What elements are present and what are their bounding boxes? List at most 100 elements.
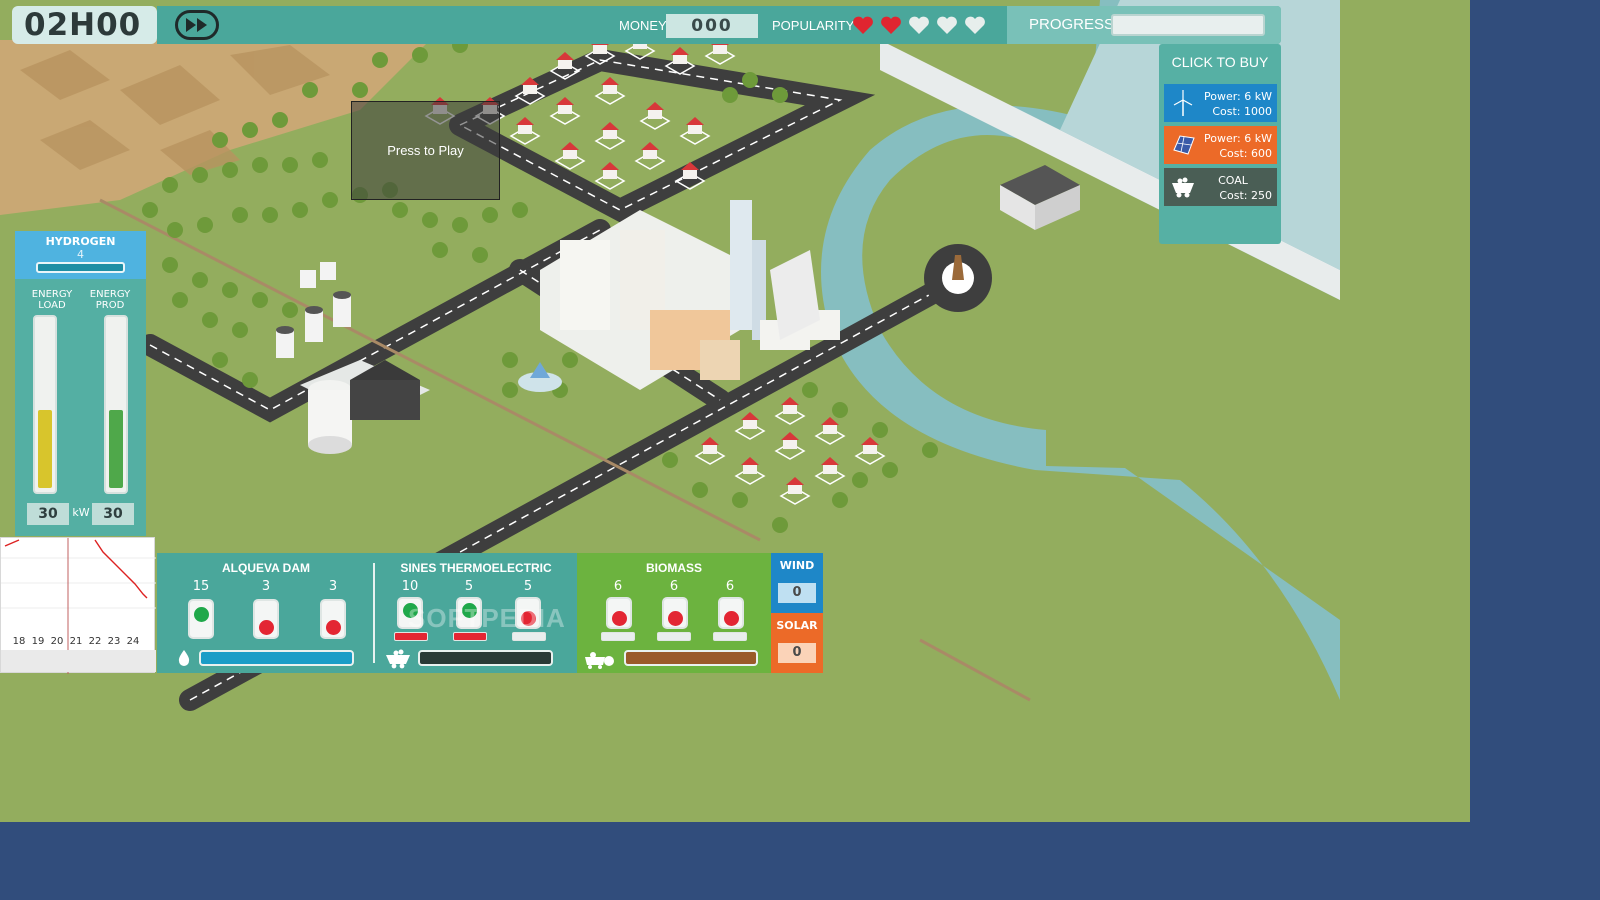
tree xyxy=(562,352,578,368)
alqueva-unit-1-switch[interactable] xyxy=(188,599,214,639)
tree xyxy=(272,112,288,128)
game-clock: 02H00 xyxy=(12,6,157,44)
tree xyxy=(192,167,208,183)
alqueva-output-bar xyxy=(199,650,354,666)
water-drop-icon xyxy=(178,650,190,666)
energy-prod-gauge xyxy=(104,315,128,494)
coal-cart-icon xyxy=(386,649,410,669)
house xyxy=(594,77,626,105)
tree xyxy=(212,132,228,148)
press-to-play-button[interactable]: Press to Play xyxy=(351,101,500,200)
heart-icon xyxy=(937,16,957,34)
tree xyxy=(832,402,848,418)
tree xyxy=(852,472,868,488)
buy-wind-turbine-button[interactable]: Power: 6 kW Cost: 1000 xyxy=(1164,84,1277,122)
biomass-unit-2-fuel xyxy=(657,632,691,641)
unit-capacity: 6 xyxy=(725,579,735,594)
solar-panel: SOLAR 0 xyxy=(771,613,823,673)
house xyxy=(734,457,766,485)
tree xyxy=(502,382,518,398)
house xyxy=(594,162,626,190)
alqueva-unit-2-switch[interactable] xyxy=(253,599,279,639)
unit-capacity: 15 xyxy=(192,579,210,594)
tree xyxy=(322,192,338,208)
tree xyxy=(282,157,298,173)
fast-forward-button[interactable] xyxy=(175,10,219,40)
house xyxy=(694,437,726,465)
factory xyxy=(1000,165,1080,230)
house xyxy=(814,457,846,485)
biomass-icon xyxy=(585,652,614,669)
buy-panel: CLICK TO BUY Power: 6 kW Cost: 1000 Powe… xyxy=(1159,44,1281,244)
tree xyxy=(262,207,278,223)
hydrogen-title: HYDROGEN xyxy=(45,235,116,248)
popularity-label: POPULARITY xyxy=(772,18,855,33)
tree xyxy=(722,87,738,103)
chart-tick-label: 19 xyxy=(32,636,45,647)
tree xyxy=(432,242,448,258)
energy-prod-label: ENERGY PROD xyxy=(89,289,131,311)
popularity-hearts xyxy=(852,15,986,35)
tree xyxy=(872,422,888,438)
chart-load-line xyxy=(94,539,148,599)
tree xyxy=(292,202,308,218)
tree xyxy=(242,372,258,388)
unit-capacity: 3 xyxy=(261,579,271,594)
tree xyxy=(422,212,438,228)
unit-capacity: 3 xyxy=(328,579,338,594)
solar-panel-icon xyxy=(1173,135,1195,155)
energy-load-fill xyxy=(38,410,52,488)
hydrogen-header: HYDROGEN 4 xyxy=(15,231,146,279)
buy-coal-button[interactable]: COAL Cost: 250 xyxy=(1164,168,1277,206)
tree xyxy=(242,122,258,138)
wind-title: WIND xyxy=(779,559,815,572)
solar-title: SOLAR xyxy=(776,619,818,632)
tree xyxy=(192,272,208,288)
energy-history-chart: 18 19 20 21 22 23 24 xyxy=(0,537,156,674)
game-stage: 02H00 MONEY 000 POPULARITY PROGRESS CLIC… xyxy=(0,0,1470,822)
tree xyxy=(662,452,678,468)
watermark: SOFTPEDIA xyxy=(408,603,566,633)
buy-solar-panel-button[interactable]: Power: 6 kW Cost: 600 xyxy=(1164,126,1277,164)
progress-bar xyxy=(1111,14,1265,36)
biomass-unit-1-fuel xyxy=(601,632,635,641)
house xyxy=(639,102,671,130)
house xyxy=(779,477,811,505)
tree xyxy=(252,292,268,308)
tree xyxy=(802,382,818,398)
tree xyxy=(162,257,178,273)
wind-turbine-icon xyxy=(1173,90,1193,116)
hydrogen-bar xyxy=(36,262,125,273)
fast-forward-icon xyxy=(186,18,207,32)
fountain xyxy=(518,362,562,392)
tree xyxy=(222,282,238,298)
biomass-unit-2-switch[interactable] xyxy=(662,597,688,629)
tree xyxy=(222,162,238,178)
tree xyxy=(142,202,158,218)
tree xyxy=(232,322,248,338)
tree xyxy=(772,87,788,103)
biomass-unit-1-switch[interactable] xyxy=(606,597,632,629)
tree xyxy=(312,152,328,168)
alqueva-dam-title: ALQUEVA DAM xyxy=(222,561,310,575)
tree xyxy=(742,72,758,88)
unit-capacity: 5 xyxy=(523,579,533,594)
tree xyxy=(692,482,708,498)
energy-panel: HYDROGEN 4 ENERGY LOAD ENERGY PROD 30 kW 3… xyxy=(15,231,146,536)
heart-icon xyxy=(881,16,901,34)
tree xyxy=(197,217,213,233)
tree xyxy=(412,47,428,63)
house xyxy=(814,417,846,445)
biomass-panel: BIOMASS 6 6 6 xyxy=(577,553,771,673)
chart-tick-label: 20 xyxy=(51,636,64,647)
sines-title: SINES THERMOELECTRIC xyxy=(400,561,552,575)
biomass-unit-3-switch[interactable] xyxy=(718,597,744,629)
solar-count: 0 xyxy=(778,643,816,663)
money-value: 000 xyxy=(666,14,758,38)
chart-tick-label: 24 xyxy=(127,636,140,647)
house xyxy=(854,437,886,465)
tree xyxy=(772,517,788,533)
wind-panel: WIND 0 xyxy=(771,553,823,613)
alqueva-unit-3-switch[interactable] xyxy=(320,599,346,639)
tree xyxy=(832,492,848,508)
